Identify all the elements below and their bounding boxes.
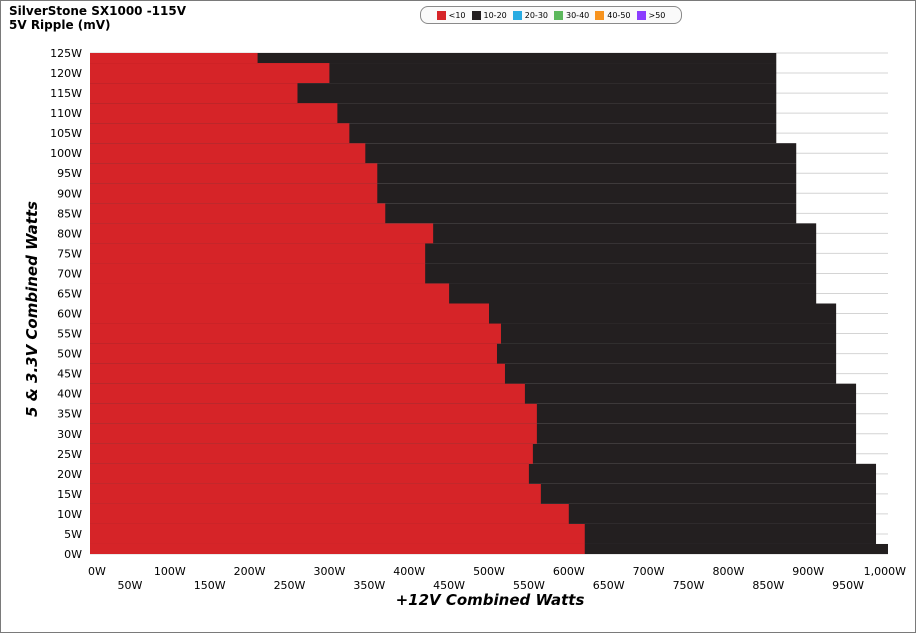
y-tick-label: 15W [57,488,82,501]
y-tick-label: 115W [50,87,82,100]
x-tick-label: 750W [673,579,705,592]
y-tick-label: 65W [57,287,82,300]
heatmap-cell-lt10 [90,163,378,184]
x-tick-label: 350W [353,579,385,592]
y-axis-ticks: 0W 5W 10W 15W 20W 25W 30W 35W 40W 45W 50W 55W 60W 65W… [50,47,82,561]
heatmap-cell-lt10 [90,503,569,524]
y-tick-label: 40W [57,388,82,401]
chart-frame: SilverStone SX1000 -115V 5V Ripple (mV) … [0,0,916,633]
heatmap-cell-lt10 [90,323,501,344]
heatmap-cell-lt10 [90,423,537,444]
x-tick-label: 300W [313,565,345,578]
y-tick-label: 95W [57,167,82,180]
chart-plot: 0W 5W 10W 15W 20W 25W 30W 35W 40W 45W 50W 55W 60W 65W… [23,47,906,609]
heatmap-cell-lt10 [90,283,450,304]
heatmap-cell-lt10 [90,543,585,554]
y-tick-label: 35W [57,408,82,421]
x-tick-label: 100W [154,565,186,578]
heatmap-cell-lt10 [90,303,489,324]
heatmap-cell-lt10 [90,63,330,84]
x-tick-label: 150W [194,579,226,592]
y-tick-label: 25W [57,448,82,461]
x-tick-label: 500W [473,565,505,578]
heatmap-cells [90,53,888,554]
y-tick-label: 80W [57,227,82,240]
heatmap-cell-lt10 [90,403,537,424]
y-tick-label: 20W [57,468,82,481]
y-tick-label: 125W [50,47,82,60]
y-tick-label: 50W [57,348,82,361]
heatmap-cell-lt10 [90,103,338,124]
x-tick-label: 0W [88,565,106,578]
heatmap-cell-lt10 [90,383,525,404]
x-tick-label: 1,000W [864,565,906,578]
x-tick-label: 800W [712,565,744,578]
y-tick-label: 100W [50,147,82,160]
heatmap-cell-lt10 [90,363,505,384]
y-tick-label: 10W [57,508,82,521]
heatmap-cell-lt10 [90,123,350,144]
x-axis-ticks: 0W50W100W150W200W250W300W350W400W450W500… [88,565,906,592]
y-tick-label: 45W [57,368,82,381]
y-tick-label: 30W [57,428,82,441]
x-tick-label: 250W [274,579,306,592]
heatmap-cell-lt10 [90,83,298,104]
x-tick-label: 50W [117,579,142,592]
x-tick-label: 900W [792,565,824,578]
y-tick-label: 120W [50,67,82,80]
x-tick-label: 950W [832,579,864,592]
y-tick-label: 85W [57,207,82,220]
heatmap-cell-lt10 [90,523,585,544]
y-tick-label: 70W [57,267,82,280]
x-tick-label: 600W [553,565,585,578]
x-axis-title: +12V Combined Watts [396,591,585,609]
heatmap-cell-lt10 [90,263,426,284]
y-tick-label: 0W [64,548,82,561]
x-tick-label: 400W [393,565,425,578]
x-tick-label: 700W [633,565,665,578]
heatmap-cell-lt10 [90,443,533,464]
x-tick-label: 650W [593,579,625,592]
y-tick-label: 90W [57,187,82,200]
y-tick-label: 75W [57,247,82,260]
y-tick-label: 60W [57,308,82,321]
x-tick-label: 200W [234,565,266,578]
heatmap-cell-lt10 [90,343,497,364]
heatmap-cell-lt10 [90,183,378,204]
heatmap-cell-lt10 [90,243,426,264]
heatmap-cell-lt10 [90,483,541,504]
x-tick-label: 850W [752,579,784,592]
y-tick-label: 5W [64,528,82,541]
heatmap-cell-lt10 [90,143,366,164]
heatmap-cell-lt10 [90,53,258,64]
heatmap-cell-lt10 [90,463,529,484]
y-axis-title: 5 & 3.3V Combined Watts [23,201,41,417]
heatmap-cell-lt10 [90,223,434,244]
y-tick-label: 55W [57,328,82,341]
y-tick-label: 110W [50,107,82,120]
y-tick-label: 105W [50,127,82,140]
heatmap-cell-lt10 [90,203,386,224]
